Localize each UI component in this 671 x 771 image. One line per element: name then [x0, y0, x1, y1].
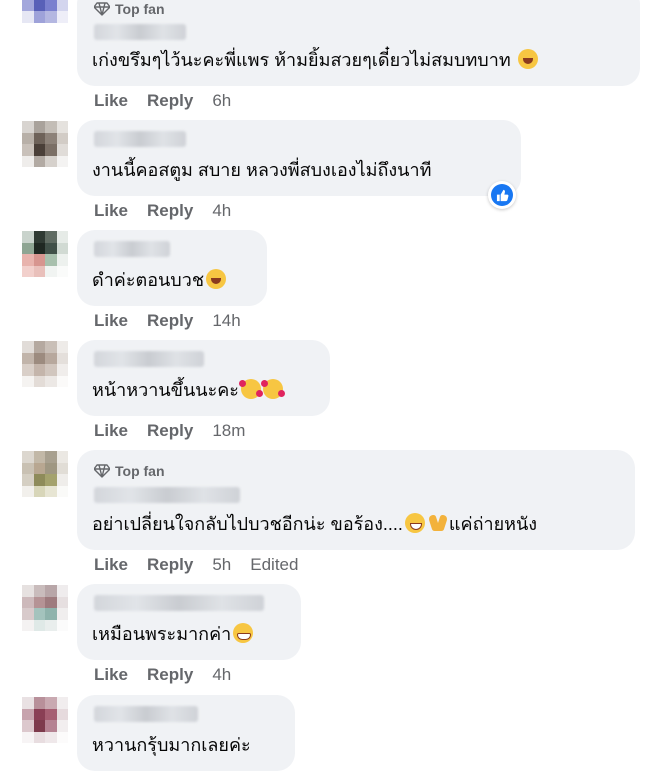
like-button[interactable]: Like	[94, 421, 128, 441]
reply-button[interactable]: Reply	[147, 665, 193, 685]
comment-actions: Like Reply 18m	[94, 421, 264, 441]
commenter-name-redacted[interactable]	[94, 706, 198, 722]
grinning-emoji	[233, 623, 254, 643]
sweat-smile-emoji	[404, 513, 425, 533]
top-fan-badge: Top fan	[94, 462, 165, 480]
thumbs-up-icon	[491, 184, 513, 206]
diamond-icon	[94, 2, 110, 16]
laughing-emoji	[517, 49, 538, 69]
comment-text: งานนี้คอสตูม สบาย หลวงพี่สบงเองไม่ถึงนาท…	[92, 160, 432, 180]
commenter-avatar[interactable]	[22, 451, 68, 497]
comment-actions: Like Reply 6h	[94, 91, 250, 111]
comment-timestamp[interactable]: 4h	[212, 665, 231, 685]
commenter-name-redacted[interactable]	[94, 487, 240, 503]
commenter-avatar[interactable]	[22, 697, 68, 743]
edited-label[interactable]: Edited	[250, 555, 298, 575]
reply-button[interactable]: Reply	[147, 201, 193, 221]
comment-actions: Like Reply 5h Edited	[94, 555, 298, 575]
smiling-hearts-emoji	[260, 379, 285, 399]
commenter-name-redacted[interactable]	[94, 24, 186, 40]
comment-actions: Like Reply 4h	[94, 201, 250, 221]
like-reaction[interactable]	[488, 181, 516, 209]
comment-actions: Like Reply 14h	[94, 311, 260, 331]
commenter-avatar[interactable]	[22, 341, 68, 387]
commenter-name-redacted[interactable]	[94, 351, 204, 367]
comment-timestamp[interactable]: 5h	[212, 555, 231, 575]
reply-button[interactable]: Reply	[147, 311, 193, 331]
comment-timestamp[interactable]: 6h	[212, 91, 231, 111]
comment-timestamp[interactable]: 18m	[212, 421, 245, 441]
laughing-emoji	[206, 269, 227, 289]
comment-actions: Like Reply 4h	[94, 665, 250, 685]
commenter-avatar[interactable]	[22, 585, 68, 631]
commenter-name-redacted[interactable]	[94, 241, 170, 257]
comment-text: เก่งขรึมๆไว้นะคะพี่แพร ห้ามยิ้มสวยๆเดี๋ย…	[92, 48, 538, 72]
commenter-avatar[interactable]	[22, 231, 68, 277]
like-button[interactable]: Like	[94, 665, 128, 685]
folded-hands-emoji	[429, 513, 447, 533]
reply-button[interactable]: Reply	[147, 555, 193, 575]
smiling-hearts-emoji	[238, 379, 263, 399]
comment-text: ดำค่ะตอนบวช	[92, 268, 227, 292]
comment-text: อย่าเปลี่ยนใจกลับไปบวชอีกน่ะ ขอร้อง.... แ…	[92, 513, 538, 534]
top-fan-label: Top fan	[115, 1, 165, 17]
reply-button[interactable]: Reply	[147, 421, 193, 441]
comment-timestamp[interactable]: 4h	[212, 201, 231, 221]
like-button[interactable]: Like	[94, 91, 128, 111]
reply-button[interactable]: Reply	[147, 91, 193, 111]
commenter-name-redacted[interactable]	[94, 595, 264, 611]
comment-text: เหมือนพระมากค่า	[92, 622, 254, 646]
like-button[interactable]: Like	[94, 555, 128, 575]
like-button[interactable]: Like	[94, 311, 128, 331]
comment-timestamp[interactable]: 14h	[212, 311, 240, 331]
diamond-icon	[94, 464, 110, 478]
top-fan-badge: Top fan	[94, 0, 165, 18]
commenter-avatar[interactable]	[22, 0, 68, 34]
commenter-avatar[interactable]	[22, 121, 68, 167]
commenter-name-redacted[interactable]	[94, 131, 186, 147]
comment-text: หน้าหวานขึ้นนะคะ	[92, 378, 285, 402]
top-fan-label: Top fan	[115, 463, 165, 479]
comment-text: หวานกรุ้บมากเลยค่ะ	[92, 735, 251, 755]
like-button[interactable]: Like	[94, 201, 128, 221]
